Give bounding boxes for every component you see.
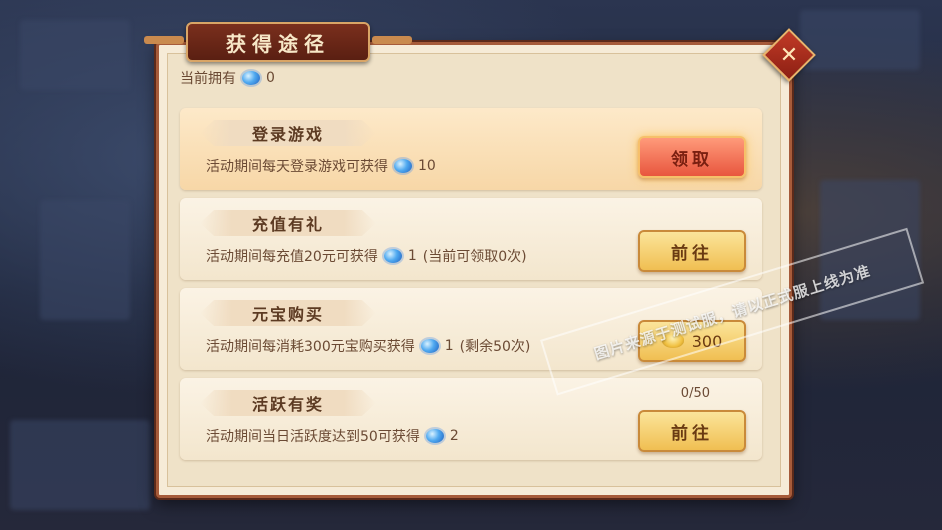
card-reward: 10 (418, 158, 436, 174)
card-extra: (剩余50次) (459, 339, 531, 355)
card-desc-text: 活动期间当日活跃度达到50可获得 (206, 429, 420, 445)
blue-orb-icon (425, 429, 444, 443)
card-title-ribbon: 活跃有奖 (200, 390, 376, 416)
card-title-ribbon: 充值有礼 (200, 210, 376, 236)
task-card-activity: 活跃有奖 活动期间当日活跃度达到50可获得 2 0/50 前往 (180, 378, 762, 460)
buy-price: 300 (691, 331, 723, 351)
panel-title: 获得途径 (226, 31, 330, 56)
card-title-ribbon: 元宝购买 (200, 300, 376, 326)
card-title-ribbon: 登录游戏 (200, 120, 376, 146)
card-reward: 1 (444, 338, 454, 354)
card-title: 元宝购买 (251, 305, 324, 324)
gold-ingot-icon (661, 334, 684, 348)
card-desc-text: 活动期间每天登录游戏可获得 (206, 159, 388, 175)
card-title: 充值有礼 (251, 215, 324, 234)
go-button[interactable]: 前往 (638, 230, 746, 272)
card-desc-text: 活动期间每消耗300元宝购买获得 (206, 339, 415, 355)
title-banner: 获得途径 (144, 22, 412, 62)
card-reward: 2 (449, 428, 459, 444)
go-button[interactable]: 前往 (638, 410, 746, 452)
buy-button[interactable]: 300 (638, 320, 746, 362)
go-button-label: 前往 (671, 243, 713, 264)
close-icon: ✕ (779, 42, 799, 68)
blue-orb-icon (383, 249, 402, 263)
blue-orb-icon (242, 71, 260, 85)
card-extra: (当前可领取0次) (422, 249, 527, 265)
activity-progress: 0/50 (680, 386, 710, 401)
card-description: 活动期间每消耗300元宝购买获得 1 (剩余50次) (206, 336, 530, 356)
task-card-login: 登录游戏 活动期间每天登录游戏可获得 10 领取 (180, 108, 762, 190)
owned-label: 当前拥有 (180, 71, 236, 87)
claim-button[interactable]: 领取 (638, 136, 746, 178)
card-title: 登录游戏 (251, 125, 324, 144)
card-reward: 1 (407, 248, 417, 264)
card-description: 活动期间每天登录游戏可获得 10 (206, 156, 436, 176)
card-desc-text: 活动期间每充值20元可获得 (206, 249, 378, 265)
card-description: 活动期间每充值20元可获得 1 (当前可领取0次) (206, 246, 527, 266)
blue-orb-icon (394, 159, 412, 173)
owned-count: 当前拥有 0 (180, 66, 275, 90)
blue-orb-icon (420, 339, 439, 353)
card-title: 活跃有奖 (251, 395, 324, 414)
owned-value: 0 (266, 70, 275, 86)
task-card-recharge: 充值有礼 活动期间每充值20元可获得 1 (当前可领取0次) 前往 (180, 198, 762, 280)
card-description: 活动期间当日活跃度达到50可获得 2 (206, 426, 459, 446)
go-button-label: 前往 (671, 423, 713, 444)
task-card-ingot-purchase: 元宝购买 活动期间每消耗300元宝购买获得 1 (剩余50次) 300 (180, 288, 762, 370)
claim-button-label: 领取 (671, 149, 713, 170)
